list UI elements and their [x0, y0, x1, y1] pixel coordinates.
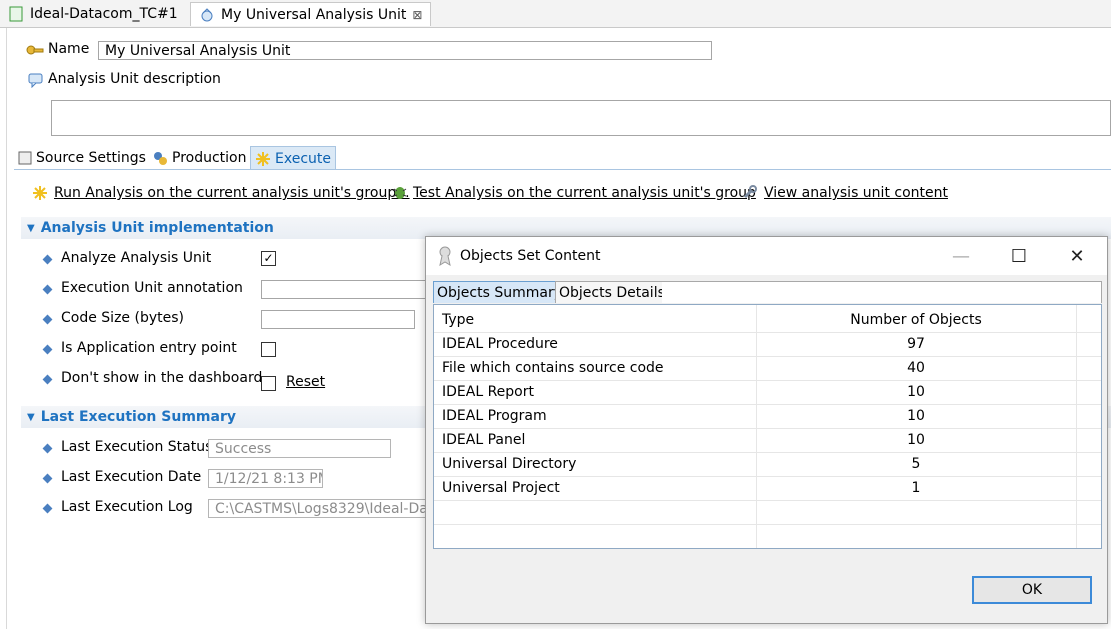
entry-point-label: Is Application entry point [61, 340, 237, 356]
document-icon [18, 151, 32, 165]
page-icon [9, 6, 23, 22]
status-label: Last Execution Status [61, 439, 213, 455]
close-button[interactable]: ✕ [1052, 237, 1102, 275]
table-row-count: 10 [907, 432, 925, 448]
tab-label: Execute [275, 150, 331, 167]
objects-summary-table: Type Number of Objects IDEAL Procedure 9… [433, 304, 1102, 549]
editor-tab-label: My Universal Analysis Unit [221, 6, 407, 23]
editor-tab-ideal-datacom[interactable]: Ideal-Datacom_TC#1 [0, 2, 186, 26]
test-analysis-link[interactable]: Test Analysis on the current analysis un… [413, 185, 756, 201]
bug-icon [393, 187, 407, 199]
tab-objects-details[interactable]: Objects Details [555, 281, 669, 303]
run-icon [33, 186, 47, 200]
tab-objects-summary[interactable]: Objects Summary [433, 281, 566, 303]
date-label: Last Execution Date [61, 469, 202, 485]
table-row-count: 10 [907, 384, 925, 400]
table-row-type: Universal Project [442, 480, 560, 496]
tab-label: Production [172, 150, 247, 166]
log-label: Last Execution Log [61, 499, 193, 515]
annotation-label: Execution Unit annotation [61, 280, 243, 296]
table-row-count: 40 [907, 360, 925, 376]
run-analysis-link[interactable]: Run Analysis on the current analysis uni… [54, 185, 410, 201]
column-divider [1076, 305, 1077, 548]
entry-point-checkbox[interactable] [261, 342, 276, 357]
name-input[interactable]: My Universal Analysis Unit [98, 41, 712, 60]
table-row-type: IDEAL Panel [442, 432, 526, 448]
production-icon [154, 152, 167, 165]
dialog-title-bar[interactable]: Objects Set Content — ☐ ✕ [426, 237, 1107, 275]
table-row-type: IDEAL Report [442, 384, 534, 400]
description-textarea[interactable] [51, 100, 1111, 136]
comment-icon [28, 73, 43, 88]
table-row-type: File which contains source code [442, 360, 664, 376]
dashboard-label: Don't show in the dashboard [61, 370, 263, 386]
section-title: Analysis Unit implementation [40, 220, 274, 236]
ok-button[interactable]: OK [972, 576, 1092, 604]
execute-icon [256, 151, 270, 166]
table-row-count: 1 [911, 480, 921, 496]
description-label: Analysis Unit description [48, 71, 221, 87]
dashboard-checkbox[interactable] [261, 376, 276, 391]
annotation-input[interactable] [261, 280, 431, 299]
tab-divider [14, 169, 1111, 170]
collapse-arrow-icon: ▼ [27, 222, 35, 234]
column-header-type[interactable]: Type [442, 308, 474, 332]
maximize-button[interactable]: ☐ [994, 237, 1044, 275]
log-field: C:\CASTMS\Logs8329\Ideal-Datacom [208, 499, 438, 518]
name-label: Name [48, 41, 90, 57]
collapse-arrow-icon: ▼ [27, 411, 35, 423]
codesize-input[interactable] [261, 310, 415, 329]
table-row-count: 5 [911, 456, 921, 472]
analysis-unit-icon [201, 7, 213, 21]
table-row-type: Universal Directory [442, 456, 577, 472]
key-icon [26, 45, 44, 55]
table-row-type: IDEAL Procedure [442, 336, 558, 352]
view-content-link[interactable]: View analysis unit content [764, 185, 948, 201]
table-row-count: 10 [907, 408, 925, 424]
table-row-count: 97 [907, 336, 925, 352]
editor-tab-analysis-unit[interactable]: My Universal Analysis Unit ⊠ [190, 2, 432, 26]
wrench-icon [743, 185, 757, 199]
tab-label: Source Settings [36, 150, 146, 166]
column-header-count[interactable]: Number of Objects [756, 308, 1076, 332]
tab-execute[interactable]: Execute [250, 146, 336, 170]
analyze-label: Analyze Analysis Unit [61, 250, 212, 266]
codesize-label: Code Size (bytes) [61, 310, 184, 326]
tab-production[interactable]: Production [148, 146, 250, 170]
status-field: Success [208, 439, 391, 458]
table-row-type: IDEAL Program [442, 408, 547, 424]
objects-set-content-dialog: Objects Set Content — ☐ ✕ Objects Summar… [425, 236, 1108, 624]
section-title: Last Execution Summary [40, 409, 236, 425]
analyze-checkbox[interactable]: ✓ [261, 251, 276, 266]
ribbon-icon [439, 246, 451, 266]
reset-link[interactable]: Reset [286, 374, 325, 390]
dialog-title: Objects Set Content [460, 248, 601, 264]
tab-source-settings[interactable]: Source Settings [14, 146, 150, 170]
editor-tab-bar: Ideal-Datacom_TC#1 My Universal Analysis… [0, 0, 1111, 28]
date-field: 1/12/21 8:13 PM [208, 469, 323, 488]
editor-tab-label: Ideal-Datacom_TC#1 [30, 6, 178, 22]
tab-strip-filler [662, 281, 1102, 303]
minimize-button[interactable]: — [936, 237, 986, 275]
close-icon[interactable]: ⊠ [412, 8, 422, 22]
